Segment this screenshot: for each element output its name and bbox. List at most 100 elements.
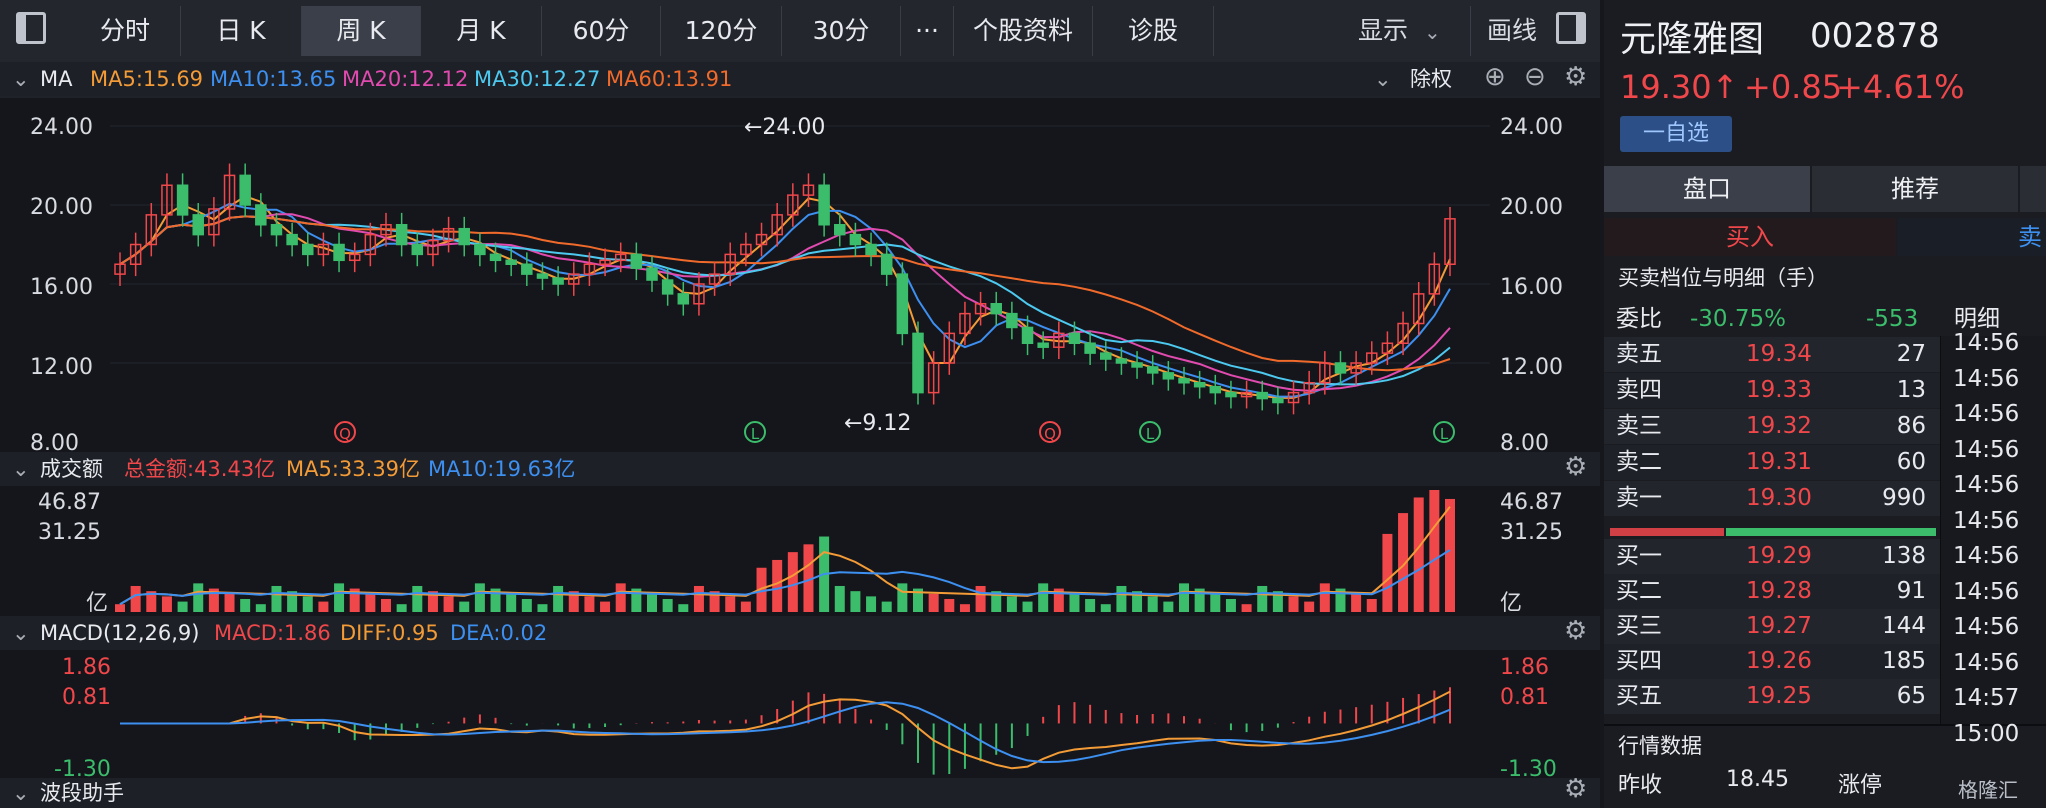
volume-bar: [161, 596, 172, 612]
tab-weekly-k[interactable]: 周 K: [302, 6, 421, 56]
candle: [176, 184, 189, 216]
gear-icon[interactable]: ⚙: [1564, 774, 1587, 804]
weibi-pct: -30.75%: [1690, 306, 1786, 332]
candle: [192, 214, 204, 236]
collapse-right-panel-icon[interactable]: [1556, 12, 1586, 44]
trade-detail-list[interactable]: 14:56 14:56 14:56 14:56 14:56 14:56 14:56 14:56…: [1940, 330, 2046, 747]
current-price: 19.30↑: [1620, 68, 1739, 106]
candle: [849, 233, 862, 246]
volume-bar: [443, 596, 454, 612]
candle: [521, 263, 533, 275]
volume-bar: [772, 559, 783, 612]
chevron-down-icon[interactable]: ⌄: [12, 62, 30, 96]
trade-time: 14:57: [1953, 685, 2020, 711]
tab-monthly-k[interactable]: 月 K: [421, 6, 542, 56]
sell-button[interactable]: 卖: [1898, 218, 2046, 256]
candle: [1162, 372, 1175, 380]
trade-time: 15:00: [1953, 720, 2020, 747]
chevron-down-icon[interactable]: ⌄: [12, 452, 30, 486]
ask-level-volume: 60: [1896, 449, 1926, 475]
volume-bar: [959, 604, 970, 612]
trade-time: 14:56: [1953, 401, 2020, 427]
prev-close-label: 昨收: [1618, 773, 1663, 798]
bid-level-label: 买二: [1616, 578, 1662, 604]
gear-icon[interactable]: ⚙: [1564, 60, 1587, 94]
bid-level-label: 买四: [1616, 648, 1662, 674]
y-tick-8: 8.00: [30, 431, 79, 452]
candle: [630, 253, 643, 269]
wave-helper-header: ⌄ 波段助手 ⚙: [0, 774, 1600, 808]
volume-bar: [1382, 533, 1393, 612]
volume-bar: [787, 552, 798, 612]
gear-icon[interactable]: ⚙: [1564, 450, 1587, 484]
draw-line-button[interactable]: 画线: [1470, 6, 1537, 56]
ma20-value: MA20:12.12: [342, 67, 469, 91]
candle: [865, 243, 877, 256]
vol-tick-mid-right: 31.25: [1500, 520, 1563, 545]
ask-level-label: 卖一: [1616, 485, 1662, 511]
tab-intraday[interactable]: 分时: [70, 6, 181, 56]
gear-icon[interactable]: ⚙: [1564, 614, 1587, 648]
signal-marker-label: Q: [1044, 425, 1056, 443]
ma-header: ⌄ MA MA5:15.69 MA10:13.65 MA20:12.12 MA3…: [0, 62, 1600, 96]
bid-level-label: 买五: [1616, 683, 1662, 709]
tab-60min[interactable]: 60分: [542, 6, 661, 56]
volume-chart[interactable]: 46.87 31.25 亿 46.87 31.25 亿: [0, 486, 1600, 616]
display-dropdown[interactable]: 显示 ⌄: [1358, 6, 1441, 56]
trade-time: 14:56: [1953, 507, 2020, 534]
volume-bar: [1351, 593, 1362, 612]
volume-bar: [412, 585, 423, 612]
macd-tick-min: -1.30: [54, 757, 111, 778]
bid-level-price: 19.25: [1746, 683, 1812, 709]
volume-bar: [1366, 598, 1377, 612]
macd-chart[interactable]: 1.86 0.81 -1.30 1.86 0.81 -1.30: [0, 650, 1600, 778]
volume-total: 总金额:43.43亿: [124, 457, 276, 481]
signal-marker-label: L: [1146, 425, 1155, 443]
wave-helper-title: 波段助手: [40, 781, 124, 805]
vol-tick-max: 46.87: [38, 490, 101, 515]
chevron-down-icon[interactable]: ⌄: [12, 616, 30, 650]
candlestick-chart[interactable]: Q L Q L L 24.00 20.00 16.00 12.00 8.00 24.00…: [0, 96, 1600, 452]
volume-bar: [944, 598, 955, 612]
candle: [677, 293, 690, 305]
buy-button[interactable]: 买入: [1604, 218, 1896, 256]
watchlist-button[interactable]: 一自选: [1620, 116, 1732, 152]
tab-stock-diagnosis[interactable]: 诊股: [1093, 6, 1214, 56]
volume-bar: [115, 604, 125, 612]
volume-bar: [1413, 497, 1424, 612]
collapse-left-panel-icon[interactable]: [16, 12, 46, 44]
zoom-out-icon[interactable]: ⊖: [1524, 60, 1546, 94]
vol-tick-mid: 31.25: [38, 520, 101, 545]
candle: [270, 224, 283, 236]
volume-bar: [584, 596, 595, 612]
volume-bar: [474, 583, 485, 612]
more-periods-button[interactable]: ···: [901, 6, 954, 56]
tab-stock-profile[interactable]: 个股资料: [954, 6, 1093, 56]
macd-tick-max: 1.86: [62, 655, 111, 680]
tab-recommend[interactable]: 推荐: [1812, 166, 2018, 212]
candle: [1021, 326, 1034, 344]
tab-daily-k[interactable]: 日 K: [181, 6, 302, 56]
bid-level-volume: 65: [1896, 683, 1926, 709]
chevron-down-icon[interactable]: ⌄: [1374, 62, 1392, 96]
tab-handicap[interactable]: 盘口: [1604, 166, 1810, 212]
volume-header: ⌄ 成交额 总金额:43.43亿 MA5:33.39亿 MA10:19.63亿 …: [0, 452, 1600, 486]
tab-120min[interactable]: 120分: [661, 6, 782, 56]
volume-bar: [334, 583, 345, 612]
bid-level-volume: 144: [1882, 613, 1926, 639]
bid-level-price: 19.27: [1746, 613, 1812, 639]
zoom-in-icon[interactable]: ⊕: [1484, 60, 1506, 94]
chevron-down-icon[interactable]: ⌄: [12, 778, 30, 808]
volume-bar: [193, 583, 204, 612]
volume-bar: [1069, 593, 1080, 612]
candle: [239, 174, 251, 206]
candle: [1068, 332, 1081, 344]
volume-bar: [318, 601, 329, 612]
levels-title: 买卖档位与明细（手）: [1618, 266, 1828, 290]
volume-bar: [553, 585, 564, 612]
candle: [1193, 382, 1206, 388]
y-tick-8-right: 8.00: [1500, 431, 1549, 452]
adjust-dropdown[interactable]: 除权: [1410, 62, 1452, 96]
volume-ma10: MA10:19.63亿: [428, 457, 576, 481]
tab-30min[interactable]: 30分: [782, 6, 901, 56]
